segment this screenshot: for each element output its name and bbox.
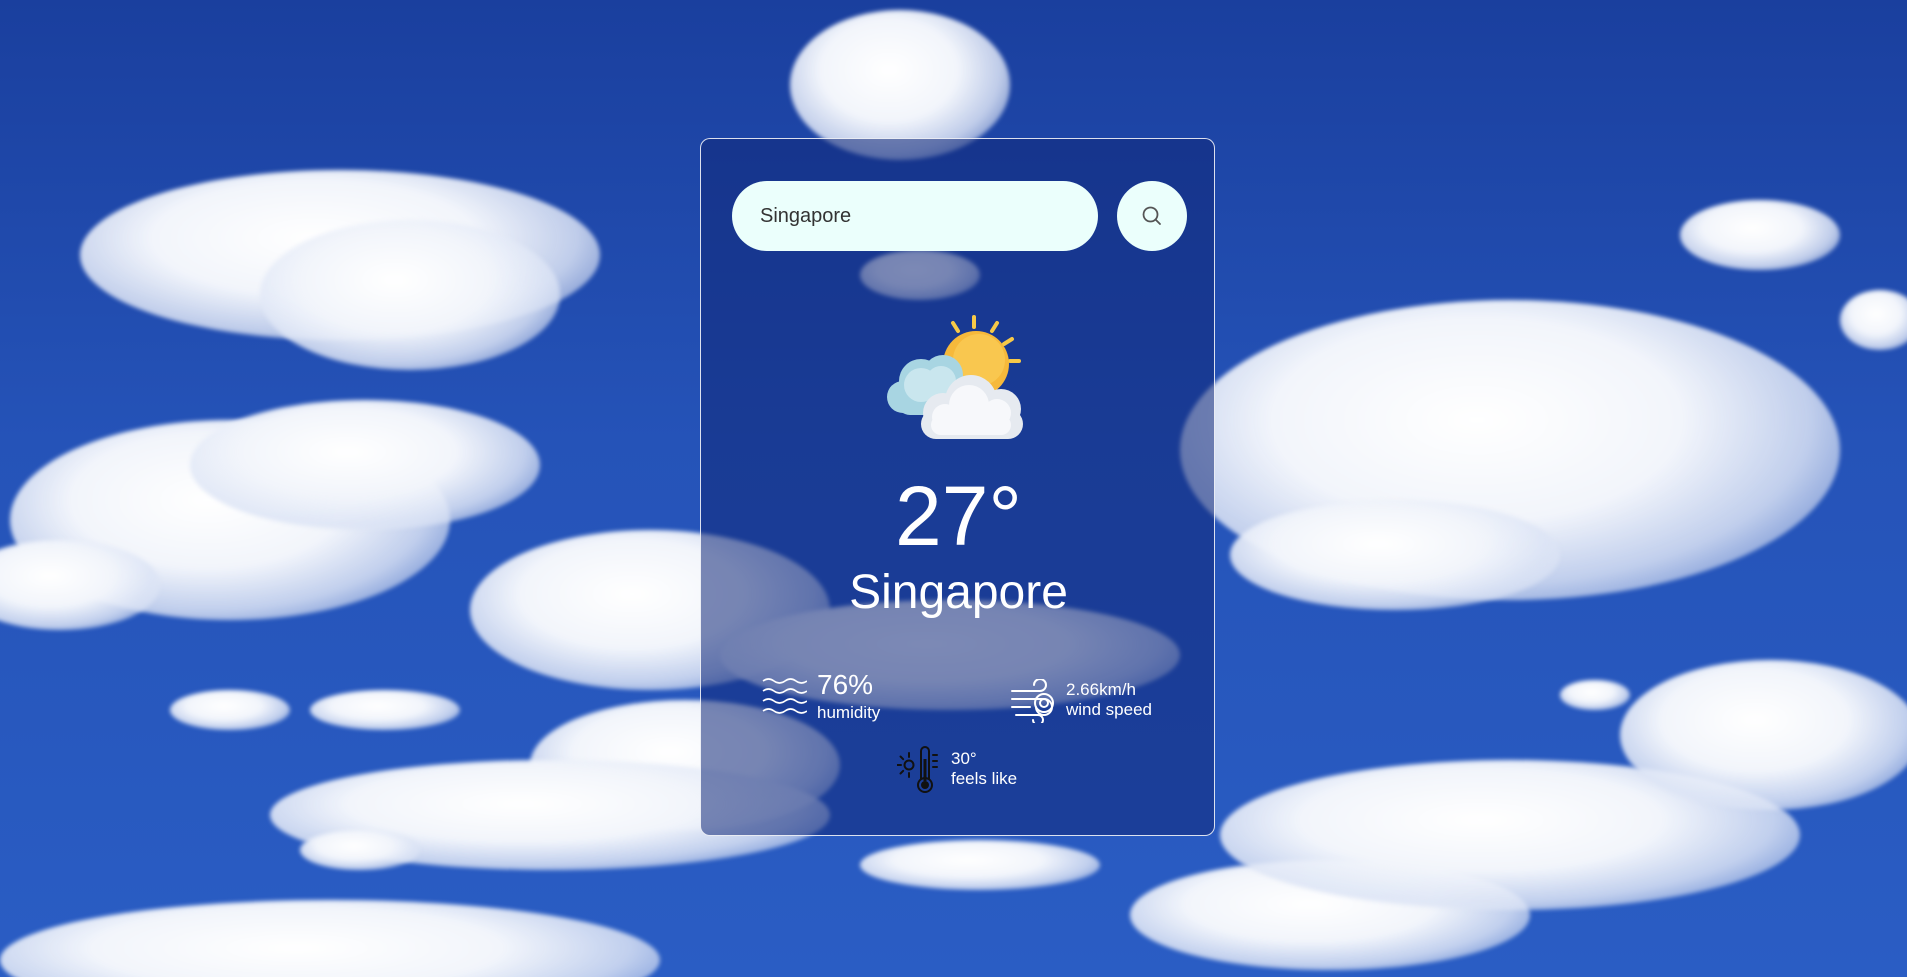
cloud-decoration [190,400,540,530]
weather-card: 27° Singapore 76% humidity [700,138,1215,836]
wind-stat: 2.66km/h wind speed [1010,679,1152,723]
partly-cloudy-sun-icon [881,309,1031,449]
search-button[interactable] [1117,181,1187,251]
wind-icon [1010,679,1056,723]
humidity-waves-icon [761,675,807,719]
cloud-decoration [300,830,420,870]
thermometer-sun-icon [897,745,941,795]
humidity-stat: 76% humidity [761,671,880,723]
feels-like-stat: 30° feels like [897,745,1017,795]
sky-background: 27° Singapore 76% humidity [0,0,1907,977]
cloud-decoration [1620,660,1907,810]
cloud-decoration [260,220,560,370]
cloud-decoration [170,690,290,730]
cloud-decoration [0,900,660,977]
wind-speed-value: 2.66km/h [1066,680,1136,700]
cloud-decoration [1680,200,1840,270]
cloud-decoration [1230,500,1560,610]
humidity-label: humidity [817,703,881,722]
wind-speed-label: wind speed [1066,700,1153,720]
city-search-input[interactable] [732,181,1098,251]
search-icon [1140,204,1164,228]
temperature-value: 27° [894,469,1023,563]
humidity-value: 76% [817,669,874,700]
feels-like-label: feels like [951,769,1018,789]
cloud-decoration [310,690,460,730]
feels-like-value: 30° [951,749,977,769]
city-name: Singapore [849,566,1068,619]
cloud-decoration [1840,290,1907,350]
cloud-decoration [1560,680,1630,710]
cloud-decoration [860,840,1100,890]
